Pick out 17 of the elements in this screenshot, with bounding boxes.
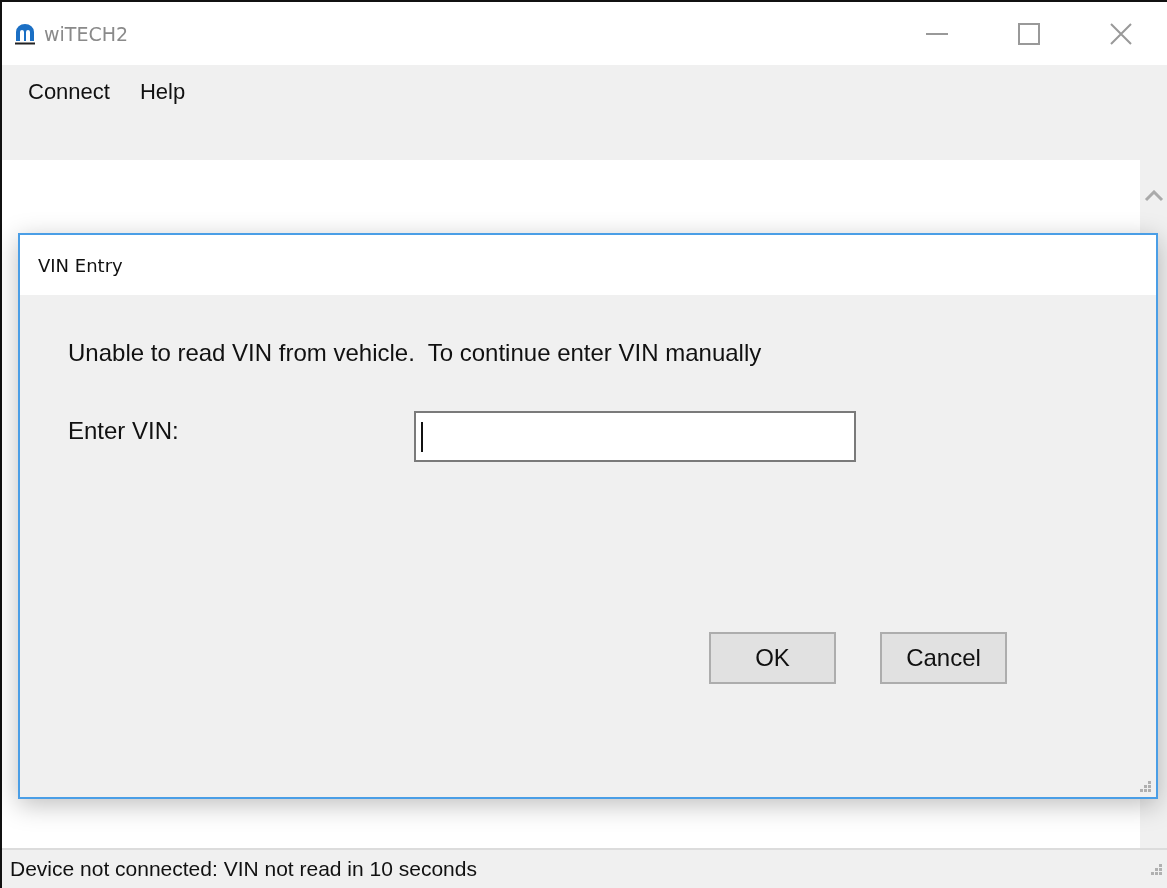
status-text: Device not connected: VIN not read in 10 seconds	[10, 857, 477, 881]
resize-grip-icon[interactable]	[1138, 779, 1152, 793]
message-text: Unable to read VIN from vehicle. To continue enter VIN manually	[68, 339, 762, 367]
menu-item[interactable]: Help	[129, 75, 196, 109]
ok-button[interactable]: OK	[709, 632, 836, 684]
dialog-title: VIN Entry	[38, 254, 123, 276]
window-title: wiTECH2	[44, 22, 129, 45]
field-label: Enter VIN:	[68, 417, 180, 445]
cancel-button[interactable]: Cancel	[880, 632, 1007, 684]
menu-item[interactable]: Connect	[18, 75, 120, 109]
minimize-icon	[926, 32, 948, 35]
close-icon	[1110, 22, 1132, 45]
maximize-icon	[1018, 22, 1040, 45]
logo-icon	[14, 22, 36, 45]
vin-input-field[interactable]	[414, 411, 856, 462]
scroll-up-icon[interactable]	[1143, 190, 1164, 202]
resize-grip-icon[interactable]	[1149, 862, 1163, 876]
